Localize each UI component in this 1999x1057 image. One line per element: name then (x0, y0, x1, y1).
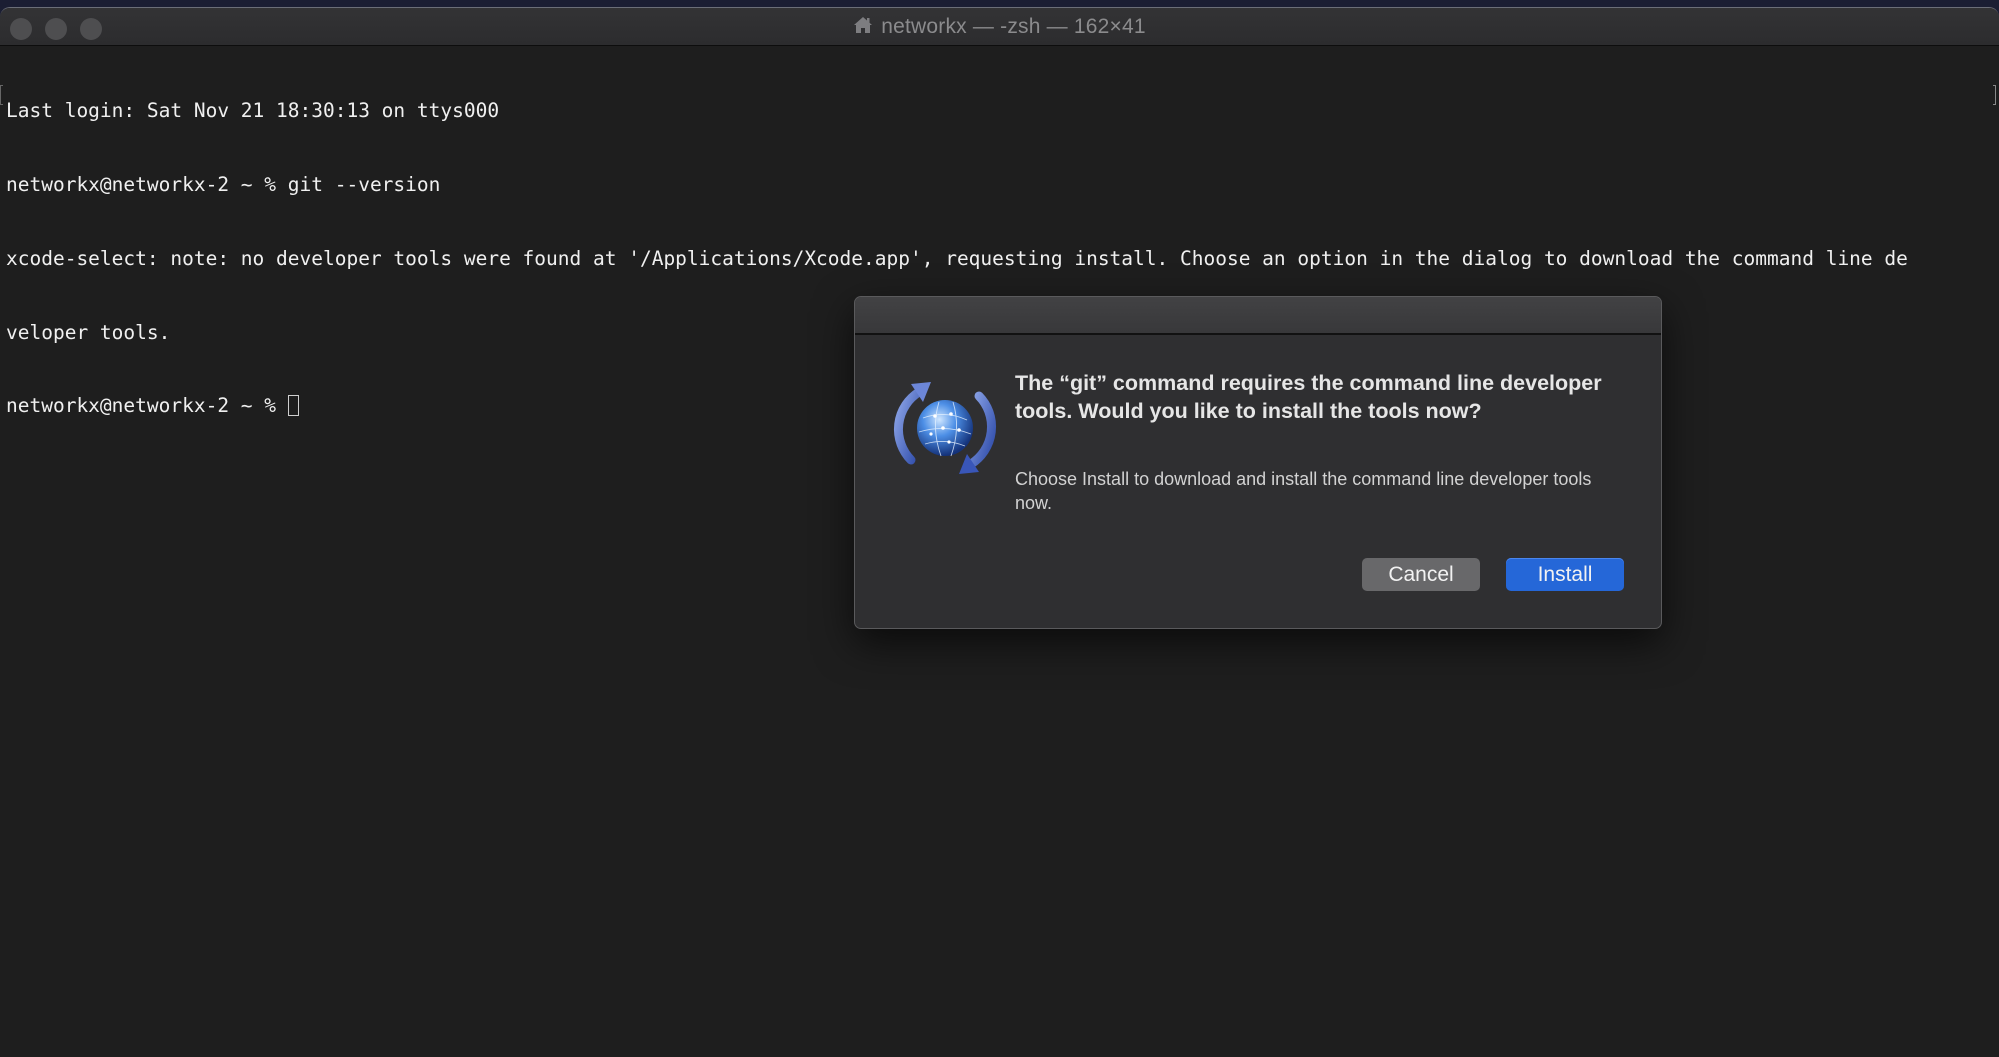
title-bar[interactable]: networkx — -zsh — 162×41 (0, 8, 1999, 46)
install-tools-dialog: The “git” command requires the command l… (854, 296, 1662, 629)
mark-indicator-left (0, 85, 3, 105)
install-button[interactable]: Install (1506, 558, 1624, 591)
window-title-container: networkx — -zsh — 162×41 (0, 15, 1999, 39)
dialog-heading: The “git” command requires the command l… (1015, 371, 1602, 423)
terminal-line: networkx@networkx-2 ~ % git --version (6, 172, 441, 196)
terminal-window: networkx — -zsh — 162×41 Last login: Sat… (0, 7, 1999, 1057)
software-update-globe-icon (894, 382, 996, 474)
window-title: networkx — -zsh — 162×41 (881, 15, 1146, 38)
dialog-header (855, 297, 1661, 335)
cancel-button[interactable]: Cancel (1362, 558, 1480, 591)
terminal-line: xcode-select: note: no developer tools w… (6, 246, 1908, 270)
terminal-line: Last login: Sat Nov 21 18:30:13 on ttys0… (6, 99, 500, 123)
text-cursor (287, 395, 299, 417)
terminal-prompt: networkx@networkx-2 ~ % (6, 394, 288, 418)
dialog-message: Choose Install to download and install t… (1015, 469, 1592, 513)
home-icon (854, 17, 873, 33)
